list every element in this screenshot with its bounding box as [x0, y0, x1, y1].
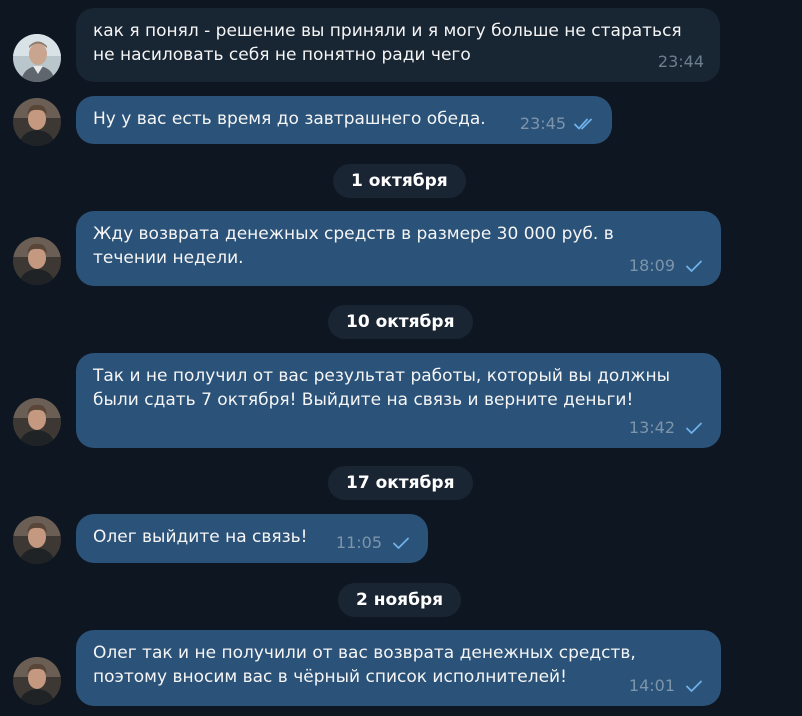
message-bubble[interactable]: Олег выйдите на связь! 11:05 [76, 514, 428, 563]
date-separator: 2 ноября [338, 583, 462, 617]
date-separator: 1 октября [333, 164, 466, 198]
check-icon [393, 537, 409, 549]
message-time: 23:44 [657, 52, 704, 71]
message-text: Олег так и не получили от вас возврата д… [93, 643, 636, 687]
message-bubble[interactable]: как я понял - решение вы приняли и я мог… [76, 8, 720, 82]
message-meta: 14:01 [629, 674, 705, 698]
user-avatar[interactable] [13, 398, 61, 446]
message-time: 14:01 [628, 676, 675, 695]
message-meta: 23:44 [658, 50, 704, 74]
message-time: 13:42 [628, 418, 675, 437]
message-text: Так и не получил от вас результат работы… [93, 366, 671, 410]
message-time: 11:05 [335, 533, 382, 552]
contact-avatar[interactable] [13, 34, 61, 82]
chat-history: как я понял - решение вы приняли и я мог… [0, 0, 802, 716]
user-avatar[interactable] [13, 237, 61, 285]
user-avatar[interactable] [13, 516, 61, 564]
message-meta: 13:42 [629, 416, 705, 440]
message-meta: 23:45 [520, 112, 596, 136]
date-separator: 17 октября [328, 466, 473, 500]
message-text: Жду возврата денежных средств в размере … [93, 224, 614, 268]
message-time: 18:09 [628, 256, 675, 275]
check-icon [686, 260, 702, 272]
double-check-icon [574, 118, 592, 130]
message-bubble[interactable]: Ну у вас есть время до завтрашнего обеда… [76, 96, 612, 144]
user-avatar[interactable] [13, 657, 61, 705]
check-icon [686, 422, 702, 434]
message-time: 23:45 [519, 114, 566, 133]
user-avatar[interactable] [13, 98, 61, 146]
message-text: как я понял - решение вы приняли и я мог… [93, 21, 682, 65]
message-bubble[interactable]: Олег так и не получили от вас возврата д… [76, 630, 721, 706]
message-meta: 11:05 [336, 531, 412, 555]
message-bubble[interactable]: Жду возврата денежных средств в размере … [76, 211, 721, 286]
check-icon [686, 680, 702, 692]
date-separator: 10 октября [328, 305, 473, 339]
message-bubble[interactable]: Так и не получил от вас результат работы… [76, 353, 721, 448]
message-meta: 18:09 [629, 254, 705, 278]
